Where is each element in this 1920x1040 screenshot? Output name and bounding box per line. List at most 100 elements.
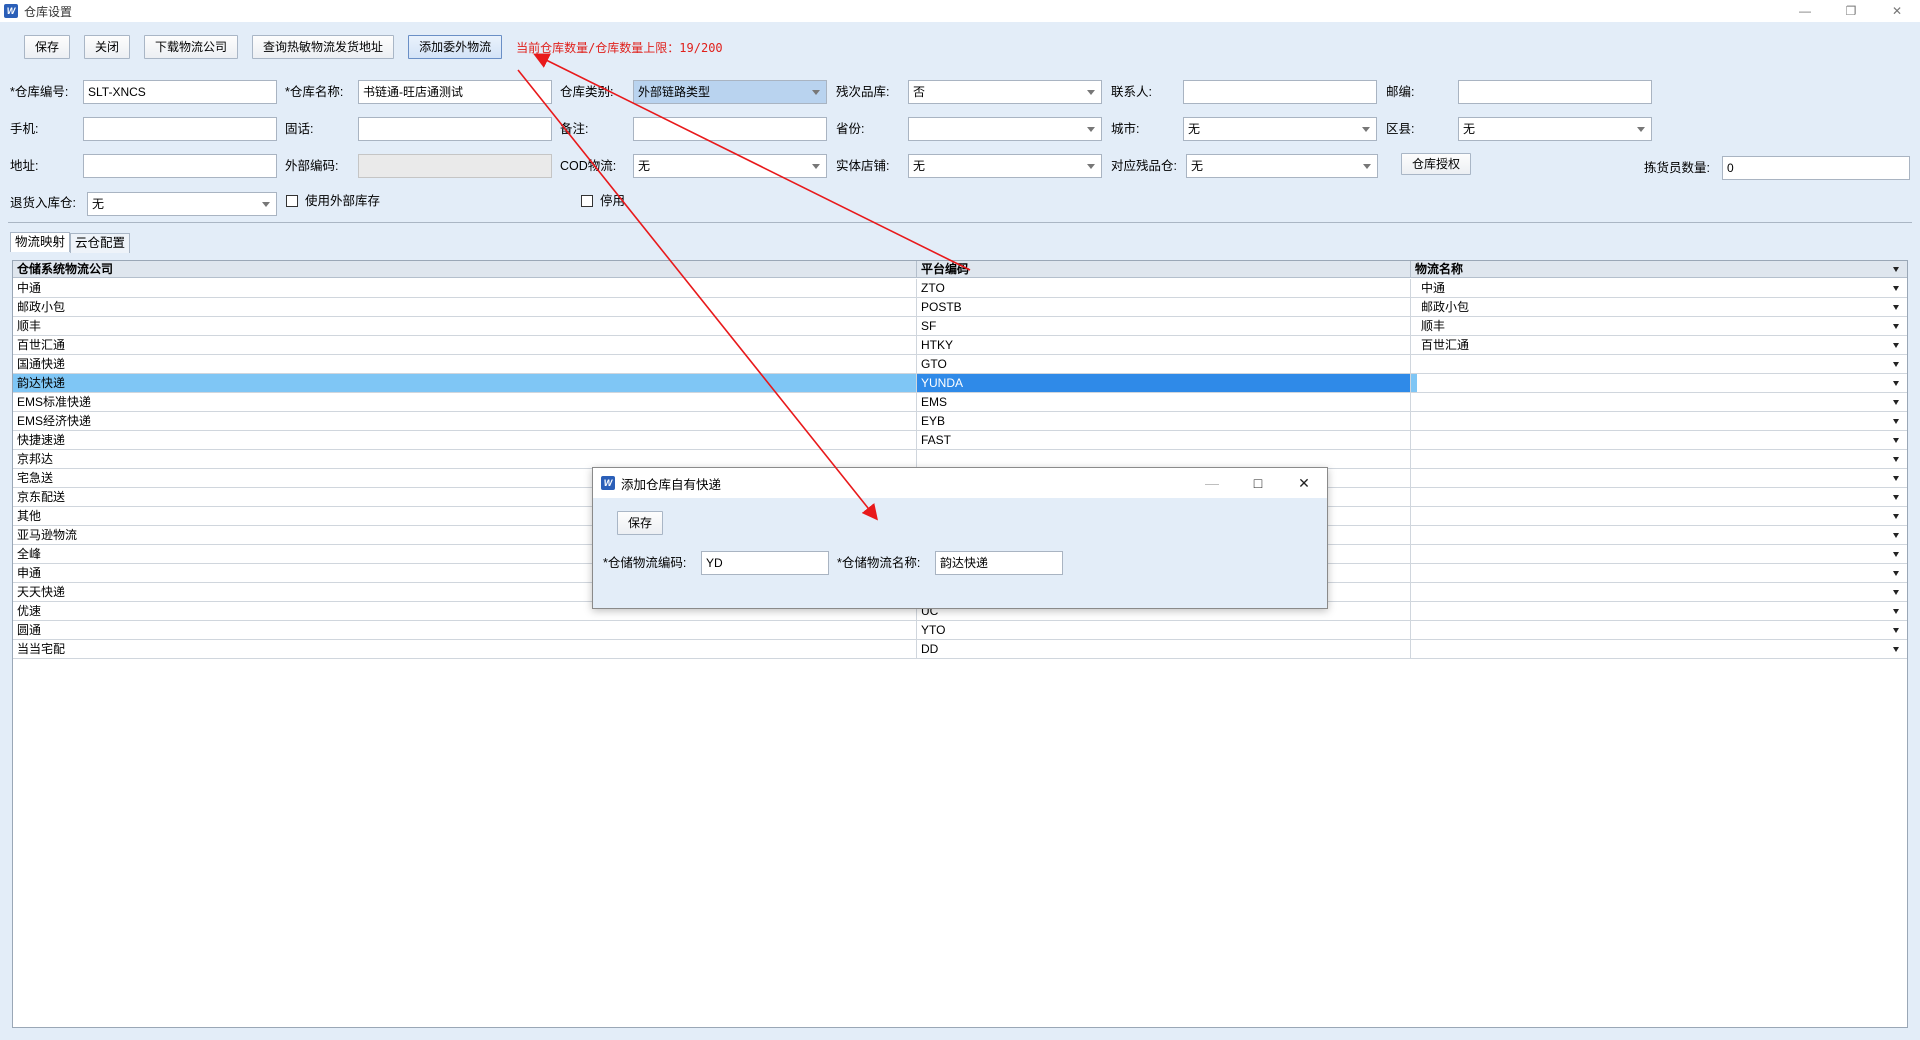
- cell-logistics-name-select[interactable]: 邮政小包: [1417, 298, 1907, 316]
- cell-logistics-name-select[interactable]: [1417, 507, 1907, 525]
- cell-logistics-name-select[interactable]: [1417, 412, 1907, 430]
- add-external-logistics-button[interactable]: 添加委外物流: [408, 35, 503, 59]
- tab-logistics-mapping[interactable]: 物流映射: [10, 232, 71, 252]
- cell-platform-code: [917, 450, 1411, 468]
- cell-logistics-name-select[interactable]: [1417, 431, 1907, 449]
- cell-logistics-name-select[interactable]: [1417, 621, 1907, 639]
- table-row[interactable]: EMS经济快递 EYB: [13, 412, 1907, 431]
- zip-field[interactable]: [1458, 80, 1652, 104]
- cell-logistics-name-select[interactable]: [1417, 583, 1907, 601]
- warehouse-type-select[interactable]: 外部链路类型: [633, 80, 827, 104]
- province-select[interactable]: [908, 117, 1102, 141]
- address-field[interactable]: [83, 154, 277, 178]
- tab-cloud-config[interactable]: 云仓配置: [70, 233, 131, 253]
- save-button[interactable]: 保存: [24, 35, 71, 59]
- contact-label: 联系人:: [1111, 85, 1152, 99]
- warehouse-name-label: *仓库名称:: [285, 85, 344, 99]
- table-row[interactable]: 顺丰 SF 顺丰: [13, 317, 1907, 336]
- cell-logistics-name: 顺丰: [1421, 319, 1446, 333]
- remark-field[interactable]: [633, 117, 827, 141]
- cell-warehouse-company: 当当宅配: [13, 640, 917, 658]
- dialog-code-field[interactable]: YD: [701, 551, 829, 575]
- header-logistics-name-label: 物流名称: [1415, 262, 1464, 276]
- cell-logistics-name-select[interactable]: 中通: [1417, 279, 1907, 297]
- cell-platform-code: YUNDA: [917, 374, 1411, 392]
- defective-warehouse-select[interactable]: 无: [1186, 154, 1378, 178]
- table-row[interactable]: EMS标准快递 EMS: [13, 393, 1907, 412]
- cell-logistics-name-select[interactable]: 顺丰: [1417, 317, 1907, 335]
- cell-logistics-name-select[interactable]: [1417, 564, 1907, 582]
- header-platform-code[interactable]: 平台编码: [917, 261, 1411, 278]
- table-row[interactable]: 圆通 YTO: [13, 621, 1907, 640]
- maximize-icon[interactable]: □: [1235, 468, 1281, 498]
- dialog-save-button[interactable]: 保存: [617, 511, 664, 535]
- cell-logistics-name-select[interactable]: [1417, 469, 1907, 487]
- return-warehouse-select[interactable]: 无: [87, 192, 277, 216]
- close-button[interactable]: 关闭: [84, 35, 131, 59]
- cell-logistics-name-select[interactable]: [1417, 393, 1907, 411]
- disabled-checkbox[interactable]: [581, 195, 593, 207]
- mobile-label: 手机:: [10, 122, 39, 136]
- dialog-name-field[interactable]: 韵达快递: [935, 551, 1063, 575]
- cell-platform-code: SF: [917, 317, 1411, 335]
- defective-select[interactable]: 否: [908, 80, 1102, 104]
- phone-field[interactable]: [358, 117, 552, 141]
- chevron-down-icon: [1893, 533, 1899, 538]
- cell-logistics-name-select[interactable]: [1417, 602, 1907, 620]
- minimize-icon[interactable]: —: [1782, 0, 1828, 22]
- cell-warehouse-company: EMS标准快递: [13, 393, 917, 411]
- use-external-stock-checkbox[interactable]: [286, 195, 298, 207]
- warehouse-auth-button[interactable]: 仓库授权: [1401, 153, 1472, 175]
- chevron-down-icon: [1893, 514, 1899, 519]
- cell-logistics-name-select[interactable]: [1417, 355, 1907, 373]
- picker-count-field[interactable]: 0: [1722, 156, 1910, 180]
- close-icon[interactable]: ✕: [1281, 468, 1327, 498]
- table-row[interactable]: 快捷速递 FAST: [13, 431, 1907, 450]
- store-select[interactable]: 无: [908, 154, 1102, 178]
- minimize-icon[interactable]: —: [1189, 468, 1235, 498]
- table-row[interactable]: 韵达快递 YUNDA: [13, 374, 1907, 393]
- chevron-down-icon: [1893, 362, 1899, 367]
- cell-logistics-name-select[interactable]: 百世汇通: [1417, 336, 1907, 354]
- table-row[interactable]: 邮政小包 POSTB 邮政小包: [13, 298, 1907, 317]
- chevron-down-icon: [1363, 164, 1371, 169]
- table-row[interactable]: 国通快递 GTO: [13, 355, 1907, 374]
- use-external-stock-label: 使用外部库存: [305, 194, 381, 208]
- cod-select[interactable]: 无: [633, 154, 827, 178]
- cell-logistics-name-select[interactable]: [1417, 488, 1907, 506]
- cell-logistics-name: 邮政小包: [1421, 300, 1470, 314]
- cell-logistics-name-select[interactable]: [1417, 545, 1907, 563]
- divider: [8, 222, 1912, 223]
- table-row[interactable]: 当当宅配 DD: [13, 640, 1907, 659]
- warehouse-type-value: 外部链路类型: [638, 81, 711, 103]
- header-warehouse-company[interactable]: 仓储系统物流公司: [13, 261, 917, 278]
- warehouse-code-field[interactable]: SLT-XNCS: [83, 80, 277, 104]
- district-select[interactable]: 无: [1458, 117, 1652, 141]
- cell-logistics-name-select[interactable]: [1417, 526, 1907, 544]
- external-code-label: 外部编码:: [285, 159, 339, 173]
- query-address-button[interactable]: 查询热敏物流发货地址: [252, 35, 395, 59]
- close-icon[interactable]: ✕: [1874, 0, 1920, 22]
- mobile-field[interactable]: [83, 117, 277, 141]
- cell-warehouse-company: 中通: [13, 279, 917, 297]
- cell-platform-code: FAST: [917, 431, 1411, 449]
- cell-logistics-name: 百世汇通: [1421, 338, 1470, 352]
- contact-field[interactable]: [1183, 80, 1377, 104]
- download-logistics-button[interactable]: 下载物流公司: [144, 35, 239, 59]
- table-row[interactable]: 中通 ZTO 中通: [13, 279, 1907, 298]
- cell-logistics-name-select[interactable]: [1417, 640, 1907, 658]
- restore-icon[interactable]: ❐: [1828, 0, 1874, 22]
- zip-label: 邮编:: [1386, 85, 1415, 99]
- cell-logistics-name-select[interactable]: [1417, 450, 1907, 468]
- add-express-dialog: W 添加仓库自有快递 — □ ✕ 保存 *仓储物流编码: YD *仓储物流名称:…: [592, 467, 1328, 609]
- warehouse-name-field[interactable]: 书链通-旺店通测试: [358, 80, 552, 104]
- cell-logistics-name-select[interactable]: [1417, 374, 1907, 392]
- city-select[interactable]: 无: [1183, 117, 1377, 141]
- header-logistics-name[interactable]: 物流名称: [1411, 261, 1907, 278]
- phone-label: 固话:: [285, 122, 314, 136]
- chevron-down-icon: [1893, 609, 1899, 614]
- table-row[interactable]: 百世汇通 HTKY 百世汇通: [13, 336, 1907, 355]
- defective-value: 否: [913, 85, 926, 99]
- store-value: 无: [913, 159, 926, 173]
- cell-platform-code: YTO: [917, 621, 1411, 639]
